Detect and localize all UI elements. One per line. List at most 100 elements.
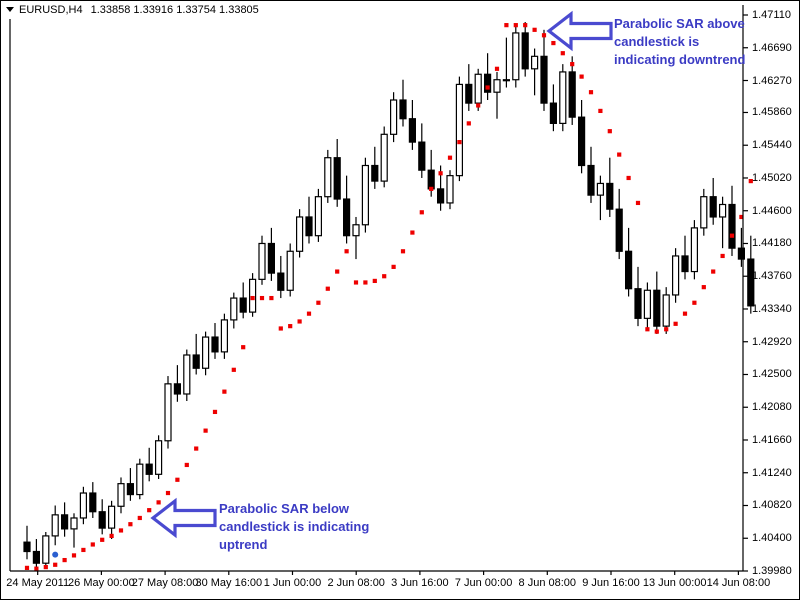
time-tick-label: 26 May 00:00 (68, 577, 135, 589)
candle-body-bearish (709, 196, 717, 218)
candle-body-bearish (747, 258, 755, 307)
annotation-downtrend: Parabolic SAR above candlestick is indic… (614, 16, 746, 67)
sar-dot (203, 428, 208, 433)
candle-body-bullish (530, 55, 539, 70)
sar-dot (306, 311, 312, 316)
sar-dot (532, 27, 537, 32)
sar-dot (617, 152, 622, 157)
sar-dot (241, 345, 246, 350)
price-tick-label: 1.40400 (752, 532, 792, 545)
candle-body-bullish (718, 203, 727, 218)
arrow-uptrend-icon (150, 497, 217, 539)
sar-dot (288, 324, 293, 329)
candle-body-bullish (493, 79, 501, 93)
sar-dot (551, 40, 556, 46)
candle-body-bullish (42, 535, 50, 564)
chart-window: EURUSD,H4 1.33858 1.33916 1.33754 1.3380… (0, 0, 800, 600)
sar-dot (81, 547, 86, 553)
candle-body-bearish (305, 216, 313, 237)
sar-dot (664, 327, 669, 332)
sar-dot (438, 171, 443, 176)
sar-dot (147, 508, 152, 513)
candle-body-bearish (267, 242, 275, 274)
candle-body-bullish (164, 383, 172, 442)
sar-dot (137, 515, 142, 521)
sar-dot (391, 264, 396, 269)
candle-body-bearish (587, 164, 595, 196)
candle-body-bullish (502, 79, 510, 82)
sar-dot (316, 300, 321, 305)
price-tick-label: 1.44600 (752, 204, 792, 217)
sar-dot (654, 329, 659, 334)
candle-body-bearish (371, 164, 379, 182)
price-tick-label: 1.46690 (752, 41, 792, 54)
sar-dot (607, 129, 612, 134)
sar-dot (410, 230, 415, 235)
candle-body-bearish (98, 511, 106, 529)
candle-body-bearish (568, 71, 576, 118)
candle-body-bearish (465, 83, 473, 104)
price-tick-label: 1.46270 (752, 74, 792, 87)
price-tick-label: 1.43760 (752, 270, 792, 283)
sar-dot (184, 462, 189, 468)
sar-dot (344, 249, 349, 254)
price-tick-label: 1.42500 (752, 368, 792, 381)
candle-body-bullish (155, 440, 163, 475)
candle-body-bullish (446, 175, 454, 204)
price-tick-label: 1.44180 (752, 237, 792, 250)
price-tick-label: 1.41660 (752, 433, 792, 446)
sar-dot (513, 23, 518, 28)
candle-body-bullish (324, 157, 332, 198)
candle-body-bullish (559, 71, 567, 124)
candle-body-bearish (540, 55, 548, 104)
sar-dot (476, 103, 481, 108)
candle-body-bearish (549, 102, 558, 124)
sar-dot (335, 269, 340, 274)
sar-dot (222, 389, 227, 394)
time-tick-label: 2 Jun 08:00 (327, 577, 385, 589)
sar-dot (494, 66, 500, 71)
time-tick-label: 14 Jun 08:00 (706, 577, 771, 589)
candle-body-bearish (437, 188, 445, 204)
candle-body-bullish (249, 278, 257, 313)
sar-dot (485, 85, 490, 90)
sar-dot (62, 557, 67, 563)
candle-body-bullish (183, 354, 191, 395)
sar-dot (729, 233, 735, 238)
candle-body-bearish (343, 198, 351, 237)
candle-body-bullish (596, 182, 605, 196)
chart-plot-area[interactable]: 1.47110 1.46690 1.46270 1.45860 1.45440 1.450… (1, 1, 799, 599)
sar-dot (635, 200, 641, 206)
candle-body-bearish (89, 492, 97, 513)
sar-dot (579, 74, 584, 79)
candle-body-bullish (700, 196, 708, 229)
candle-body-bearish (399, 99, 407, 120)
candle-body-bullish (286, 250, 294, 291)
candle-body-bearish (634, 288, 642, 319)
candle-body-bearish (173, 383, 181, 395)
candle-body-bullish (136, 463, 144, 496)
sar-dot (701, 285, 706, 290)
candle-body-bullish (117, 483, 125, 507)
price-tick-label: 1.41240 (752, 466, 792, 479)
candle-body-bullish (361, 164, 369, 226)
sar-dot (382, 274, 387, 279)
sar-dot (692, 300, 697, 305)
sar-dot (560, 51, 565, 56)
sar-dot (400, 249, 406, 254)
candle-body-bullish (314, 196, 322, 237)
candle-body-bearish (521, 32, 529, 70)
sar-dot (43, 565, 48, 570)
candle-body-bearish (615, 208, 623, 252)
candle-body-bullish (662, 294, 670, 327)
sar-dot (24, 565, 30, 570)
sar-dot (297, 319, 302, 324)
candle-body-bullish (51, 514, 59, 537)
sar-dot (353, 280, 359, 285)
time-tick-label: 13 Jun 00:00 (642, 577, 707, 589)
sar-dot (250, 295, 255, 301)
sar-dot (711, 269, 716, 274)
sar-dot (156, 500, 161, 505)
candle-body-bullish (220, 319, 228, 353)
candle-body-bearish (653, 289, 661, 327)
